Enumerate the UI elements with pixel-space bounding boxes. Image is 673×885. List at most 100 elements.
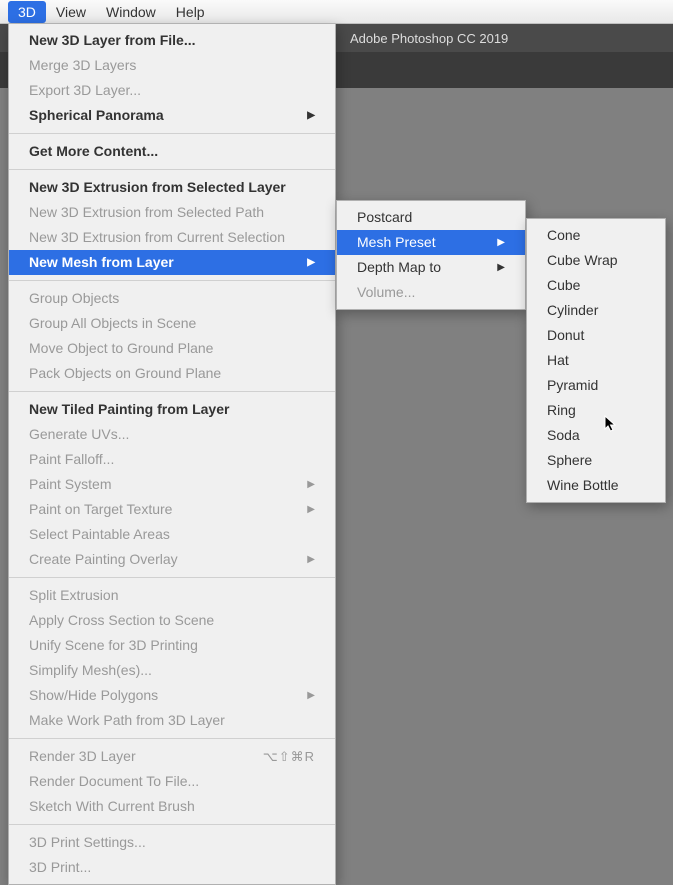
- menu-item[interactable]: New 3D Extrusion from Selected Layer: [9, 175, 335, 200]
- menu-item: Merge 3D Layers: [9, 53, 335, 78]
- menu-item-label: Group All Objects in Scene: [29, 314, 196, 333]
- mesh-preset-submenu: Cone Cube Wrap Cube Cylinder Donut Hat Pyramid…: [526, 218, 666, 503]
- preset-item[interactable]: Cylinder: [527, 298, 665, 323]
- menu-separator: [9, 738, 335, 739]
- menu-item-label: Get More Content...: [29, 142, 158, 161]
- menu-separator: [9, 133, 335, 134]
- 3d-menu-dropdown: New 3D Layer from File... Merge 3D Layers…: [8, 24, 336, 885]
- preset-item[interactable]: Ring: [527, 398, 665, 423]
- new-mesh-submenu: Postcard Mesh Preset ▶ Depth Map to▶Volume.…: [336, 200, 526, 310]
- menu-item-label: Sketch With Current Brush: [29, 797, 195, 816]
- submenu-item[interactable]: Mesh Preset ▶: [337, 230, 525, 255]
- menu-item-label: Paint System: [29, 475, 111, 494]
- menu-item-label: Simplify Mesh(es)...: [29, 661, 152, 680]
- menu-item[interactable]: New Tiled Painting from Layer: [9, 397, 335, 422]
- preset-item-label: Ring: [547, 401, 576, 420]
- menu-item: 3D Print...: [9, 855, 335, 880]
- submenu-item-label: Mesh Preset: [357, 233, 436, 252]
- preset-item[interactable]: Cube Wrap: [527, 248, 665, 273]
- submenu-arrow-icon: ▶: [477, 233, 505, 252]
- menu-item: Paint Falloff...: [9, 447, 335, 472]
- submenu-arrow-icon: ▶: [287, 106, 315, 125]
- menu-item-label: Pack Objects on Ground Plane: [29, 364, 221, 383]
- app-title: Adobe Photoshop CC 2019: [350, 31, 508, 46]
- menu-item: Render Document To File...: [9, 769, 335, 794]
- preset-item[interactable]: Sphere: [527, 448, 665, 473]
- menu-item-label: New 3D Extrusion from Current Selection: [29, 228, 285, 247]
- menu-separator: [9, 169, 335, 170]
- menu-item: Paint System ▶: [9, 472, 335, 497]
- menu-item: Simplify Mesh(es)...: [9, 658, 335, 683]
- menu-item-label: Merge 3D Layers: [29, 56, 136, 75]
- menu-item[interactable]: Spherical Panorama▶: [9, 103, 335, 128]
- menubar-item-help[interactable]: Help: [166, 1, 215, 23]
- preset-item[interactable]: Donut: [527, 323, 665, 348]
- preset-item[interactable]: Hat: [527, 348, 665, 373]
- menu-item-label: Export 3D Layer...: [29, 81, 141, 100]
- menu-item-label: Render 3D Layer: [29, 747, 136, 766]
- preset-item[interactable]: Wine Bottle: [527, 473, 665, 498]
- menu-item[interactable]: New Mesh from Layer ▶: [9, 250, 335, 275]
- submenu-item: Volume...: [337, 280, 525, 305]
- menu-item-label: Unify Scene for 3D Printing: [29, 636, 198, 655]
- menubar-item-window[interactable]: Window: [96, 1, 166, 23]
- preset-item-label: Wine Bottle: [547, 476, 619, 495]
- preset-item-label: Pyramid: [547, 376, 598, 395]
- menu-item[interactable]: Get More Content...: [9, 139, 335, 164]
- menu-item-label: Apply Cross Section to Scene: [29, 611, 214, 630]
- preset-item-label: Cone: [547, 226, 580, 245]
- submenu-arrow-icon: ▶: [287, 475, 315, 494]
- submenu-arrow-icon: ▶: [287, 253, 315, 272]
- menu-item-label: Create Painting Overlay: [29, 550, 178, 569]
- menu-item: Select Paintable Areas: [9, 522, 335, 547]
- menu-item-label: Group Objects: [29, 289, 119, 308]
- menu-item-label: Paint on Target Texture: [29, 500, 172, 519]
- submenu-item[interactable]: Postcard: [337, 205, 525, 230]
- submenu-item[interactable]: Depth Map to▶: [337, 255, 525, 280]
- menu-item: Unify Scene for 3D Printing: [9, 633, 335, 658]
- menu-item-label: Paint Falloff...: [29, 450, 114, 469]
- menu-item-label: 3D Print Settings...: [29, 833, 146, 852]
- submenu-arrow-icon: ▶: [287, 550, 315, 569]
- menu-item-label: New 3D Extrusion from Selected Path: [29, 203, 264, 222]
- menu-item-label: Generate UVs...: [29, 425, 129, 444]
- menu-shortcut: ⌥⇧⌘R: [263, 747, 315, 766]
- preset-item[interactable]: Pyramid: [527, 373, 665, 398]
- preset-item-label: Cylinder: [547, 301, 598, 320]
- preset-item-label: Cube: [547, 276, 580, 295]
- menu-item[interactable]: New 3D Layer from File...: [9, 28, 335, 53]
- menu-item-label: Select Paintable Areas: [29, 525, 170, 544]
- preset-item[interactable]: Cone: [527, 223, 665, 248]
- menu-item: Apply Cross Section to Scene: [9, 608, 335, 633]
- menu-item-label: Render Document To File...: [29, 772, 199, 791]
- preset-item-label: Soda: [547, 426, 580, 445]
- menu-item-label: New Tiled Painting from Layer: [29, 400, 229, 419]
- menu-item: Generate UVs...: [9, 422, 335, 447]
- menu-item: Make Work Path from 3D Layer: [9, 708, 335, 733]
- menu-item-label: New 3D Extrusion from Selected Layer: [29, 178, 286, 197]
- menu-item: Paint on Target Texture ▶: [9, 497, 335, 522]
- menu-item-label: Show/Hide Polygons: [29, 686, 158, 705]
- menu-item: New 3D Extrusion from Selected Path: [9, 200, 335, 225]
- menu-item: Group All Objects in Scene: [9, 311, 335, 336]
- menu-separator: [9, 824, 335, 825]
- menu-item-label: New Mesh from Layer: [29, 253, 174, 272]
- menu-item: Render 3D Layer ⌥⇧⌘R: [9, 744, 335, 769]
- menu-item: Group Objects: [9, 286, 335, 311]
- menu-separator: [9, 280, 335, 281]
- menu-item: Move Object to Ground Plane: [9, 336, 335, 361]
- submenu-arrow-icon: ▶: [287, 500, 315, 519]
- menu-item: Create Painting Overlay ▶: [9, 547, 335, 572]
- preset-item[interactable]: Cube: [527, 273, 665, 298]
- menubar-item-3d[interactable]: 3D: [8, 1, 46, 23]
- menu-item-label: Make Work Path from 3D Layer: [29, 711, 225, 730]
- submenu-item-label: Depth Map to: [357, 258, 441, 277]
- preset-item-label: Hat: [547, 351, 569, 370]
- menubar-item-view[interactable]: View: [46, 1, 96, 23]
- preset-item[interactable]: Soda: [527, 423, 665, 448]
- menu-item-label: Split Extrusion: [29, 586, 118, 605]
- menu-item: Pack Objects on Ground Plane: [9, 361, 335, 386]
- menu-separator: [9, 577, 335, 578]
- menu-item-label: Move Object to Ground Plane: [29, 339, 213, 358]
- menu-separator: [9, 391, 335, 392]
